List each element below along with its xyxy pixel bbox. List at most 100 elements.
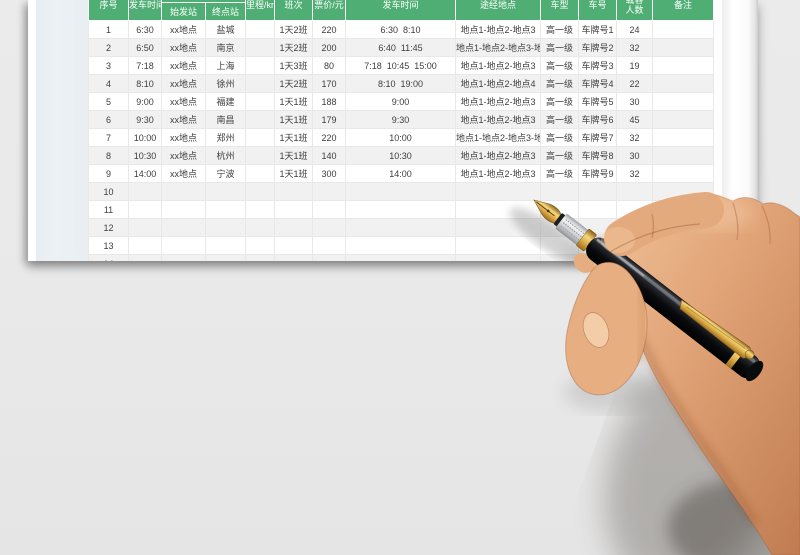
cell-vehicle_no [578,200,617,219]
cell-destination: 南昌 [205,110,246,129]
cell-depart_times [345,200,456,219]
cell-price: 170 [312,74,346,93]
cell-depart_time: 6:50 [128,38,162,57]
cell-shift [274,182,313,201]
cell-capacity: 32 [616,164,653,183]
cell-remark [652,56,714,75]
cell-shift [274,218,313,237]
cell-vehicle_no: 车牌号7 [578,128,617,147]
cell-shift: 1天2班 [274,38,313,57]
cell-route: 地点1-地点2-地点4 [455,74,541,93]
cell-vehicle_no [578,182,617,201]
cell-capacity [616,200,653,219]
cell-price: 188 [312,92,346,111]
cell-shift [274,254,313,261]
table-row: 9 14:00 xx地点 宁波 1天1班 300 14:00 地点1-地点2-地点3 高一级 车牌… [88,164,714,183]
cell-vehicle_type: 高一级 [540,92,579,111]
cell-mileage [245,200,275,219]
table-row: 13 [88,236,714,255]
table-row: 6 9:30 xx地点 南昌 1天1班 179 9:30 地点1-地点2-地点3 高一级 车牌号6… [88,110,714,129]
hand-edge-shading [637,333,758,526]
cell-vehicle_type: 高一级 [540,56,579,75]
cell-remark [652,164,714,183]
cell-depart_time: 7:18 [128,56,162,75]
cell-remark [652,182,714,201]
cell-vehicle_no: 车牌号6 [578,110,617,129]
cap-gold-trim [725,344,747,369]
cell-depart_time [128,200,162,219]
cell-shift: 1天1班 [274,146,313,165]
cell-origin: xx地点 [161,74,206,93]
cell-route: 地点1-地点2-地点3 [455,20,541,39]
cell-seq: 7 [88,128,129,147]
header-destination: 终点站 [205,2,246,21]
cell-route: 地点1-地点2-地点3 [455,92,541,111]
cell-shift: 1天2班 [274,74,313,93]
cell-vehicle_type: 高一级 [540,110,579,129]
cell-depart_times: 7:18 10:45 15:00 [345,56,456,75]
cell-route: 地点1-地点2-地点3-地点4 [455,128,541,147]
cell-vehicle_no: 车牌号4 [578,74,617,93]
cell-seq: 12 [88,218,129,237]
cell-route: 地点1-地点2-地点3-地点4 [455,38,541,57]
cell-mileage [245,146,275,165]
cell-depart_time [128,236,162,255]
cell-mileage [245,218,275,237]
cell-capacity: 32 [616,128,653,147]
cell-vehicle_type: 高一级 [540,74,579,93]
cell-depart_time: 9:30 [128,110,162,129]
cell-mileage [245,38,275,57]
cell-remark [652,128,714,147]
cell-seq: 6 [88,110,129,129]
cell-origin [161,236,206,255]
cell-capacity: 24 [616,20,653,39]
cell-shift: 1天1班 [274,128,313,147]
cell-depart_time: 10:30 [128,146,162,165]
cell-destination: 杭州 [205,146,246,165]
cell-depart_time: 8:10 [128,74,162,93]
cell-destination [205,218,246,237]
cell-depart_time [128,254,162,261]
cell-remark [652,20,714,39]
cell-vehicle_no: 车牌号9 [578,164,617,183]
cell-remark [652,110,714,129]
cell-seq: 2 [88,38,129,57]
cell-origin: xx地点 [161,56,206,75]
cell-origin: xx地点 [161,110,206,129]
cell-depart_times: 9:00 [345,92,456,111]
cell-route [455,236,541,255]
cell-depart_times: 6:30 8:10 [345,20,456,39]
cell-destination [205,254,246,261]
cell-vehicle_type: 高一级 [540,38,579,57]
cell-route [455,218,541,237]
cell-mileage [245,20,275,39]
cell-price [312,218,346,237]
cell-origin: xx地点 [161,20,206,39]
cell-price: 179 [312,110,346,129]
cell-depart_times: 10:00 [345,128,456,147]
cell-shift: 1天1班 [274,110,313,129]
header-remark: 备注 [652,0,714,21]
cell-origin: xx地点 [161,92,206,111]
header-mileage: 里程/km [245,0,275,21]
cell-seq: 13 [88,236,129,255]
cell-capacity [616,254,653,261]
cell-route [455,182,541,201]
cell-vehicle_type: 高一级 [540,164,579,183]
table-row: 10 [88,182,714,201]
cell-mileage [245,74,275,93]
cell-depart_times: 14:00 [345,164,456,183]
cell-destination: 福建 [205,92,246,111]
cell-vehicle_no [578,254,617,261]
cell-depart_times [345,254,456,261]
table-row: 3 7:18 xx地点 上海 1天3班 80 7:18 10:45 15:00 地点1-地点2… [88,56,714,75]
cell-shift [274,236,313,255]
cell-price [312,182,346,201]
cell-price [312,254,346,261]
cell-vehicle_no [578,218,617,237]
cell-vehicle_no [578,236,617,255]
table-row: 4 8:10 xx地点 徐州 1天2班 170 8:10 19:00 地点1-地点2-地点4 高… [88,74,714,93]
table-row: 5 9:00 xx地点 福建 1天1班 188 9:00 地点1-地点2-地点3 高一级 车牌号5… [88,92,714,111]
table-row: 12 [88,218,714,237]
cell-remark [652,74,714,93]
